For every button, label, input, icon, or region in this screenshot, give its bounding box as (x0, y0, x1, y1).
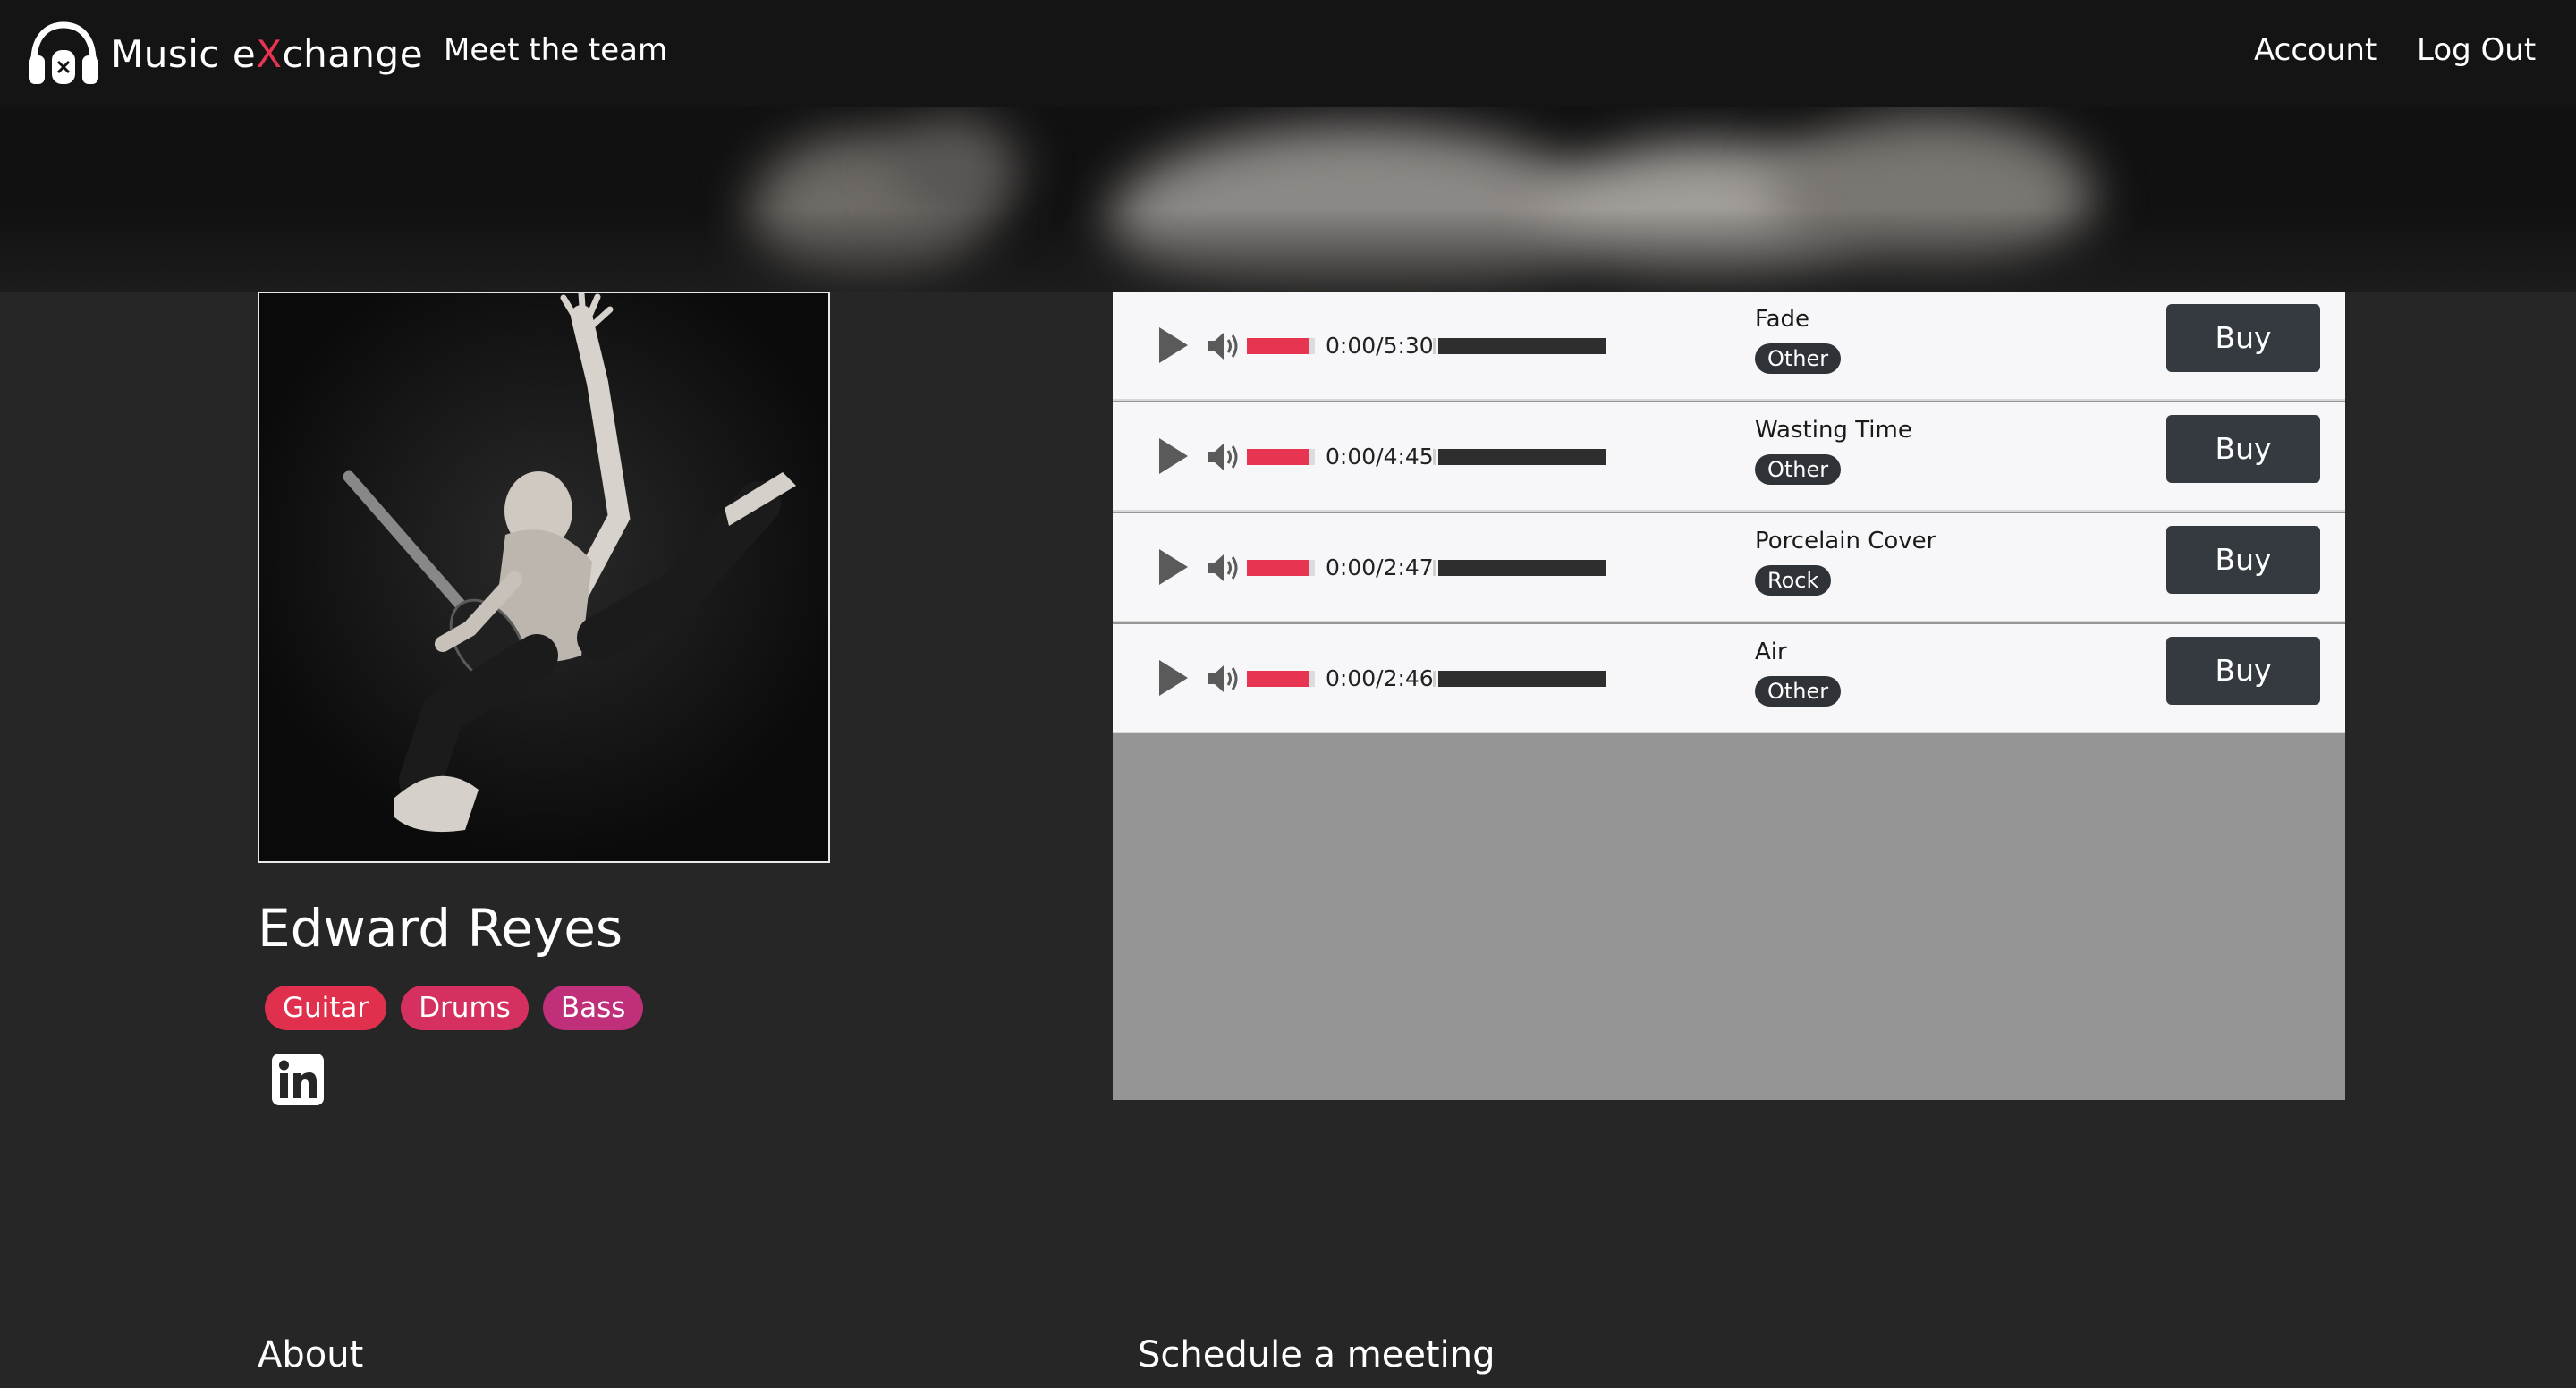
genre-badge: Other (1755, 454, 1842, 485)
track-time: 0:00/2:46 (1326, 665, 1434, 691)
track-title: Porcelain Cover (1755, 528, 1936, 554)
volume-slider[interactable] (1247, 449, 1309, 465)
track-row: 0:00/2:46 Air Other Buy (1113, 624, 2345, 733)
seek-bar[interactable] (1438, 671, 1606, 687)
instrument-tags: Guitar Drums Bass (265, 986, 644, 1030)
track-row: 0:00/5:30 Fade Other Buy (1113, 292, 2345, 401)
track-title: Wasting Time (1755, 417, 1912, 444)
volume-slider[interactable] (1247, 338, 1309, 354)
seek-bar[interactable] (1438, 338, 1606, 354)
buy-button[interactable]: Buy (2166, 415, 2320, 483)
buy-button[interactable]: Buy (2166, 304, 2320, 372)
instrument-tag-drums: Drums (401, 986, 529, 1030)
play-icon[interactable] (1159, 327, 1188, 363)
nav-account[interactable]: Account (2254, 32, 2377, 68)
nav-meet-the-team[interactable]: Meet the team (444, 32, 667, 68)
track-row: 0:00/2:47 Porcelain Cover Rock Buy (1113, 513, 2345, 622)
seek-bar[interactable] (1438, 560, 1606, 576)
volume-slider[interactable] (1247, 560, 1309, 576)
play-icon[interactable] (1159, 660, 1188, 696)
tracks-panel: 0:00/5:30 Fade Other Buy 0:00/4:45 Wasti… (1113, 292, 2345, 1100)
about-heading: About (258, 1334, 364, 1375)
track-row: 0:00/4:45 Wasting Time Other Buy (1113, 402, 2345, 512)
profile-photo (258, 292, 830, 863)
volume-icon[interactable] (1206, 549, 1243, 587)
brand-name: Music eXchange (111, 31, 424, 76)
genre-badge: Other (1755, 343, 1842, 374)
volume-icon[interactable] (1206, 438, 1243, 476)
instrument-tag-bass: Bass (542, 986, 644, 1030)
instrument-tag-guitar: Guitar (265, 986, 387, 1030)
volume-icon[interactable] (1206, 327, 1243, 365)
track-title: Air (1755, 639, 1787, 665)
musician-name: Edward Reyes (258, 898, 623, 959)
volume-slider[interactable] (1247, 671, 1309, 687)
track-time: 0:00/4:45 (1326, 444, 1434, 470)
brand-home-link[interactable]: Music eXchange (27, 20, 423, 88)
buy-button[interactable]: Buy (2166, 637, 2320, 705)
nav-log-out[interactable]: Log Out (2417, 32, 2536, 68)
play-icon[interactable] (1159, 438, 1188, 474)
track-time: 0:00/5:30 (1326, 333, 1434, 359)
track-title: Fade (1755, 306, 1810, 333)
top-navbar: Music eXchange Meet the team Account Log… (0, 0, 2576, 107)
headphones-logo-icon (29, 21, 98, 84)
genre-badge: Rock (1755, 565, 1832, 596)
track-time: 0:00/2:47 (1326, 554, 1434, 580)
schedule-meeting-heading: Schedule a meeting (1138, 1334, 1496, 1375)
play-icon[interactable] (1159, 549, 1188, 585)
genre-badge: Other (1755, 676, 1842, 707)
volume-icon[interactable] (1206, 660, 1243, 698)
linkedin-icon[interactable] (272, 1054, 324, 1105)
seek-bar[interactable] (1438, 449, 1606, 465)
profile-banner-image (0, 107, 2576, 292)
buy-button[interactable]: Buy (2166, 526, 2320, 594)
